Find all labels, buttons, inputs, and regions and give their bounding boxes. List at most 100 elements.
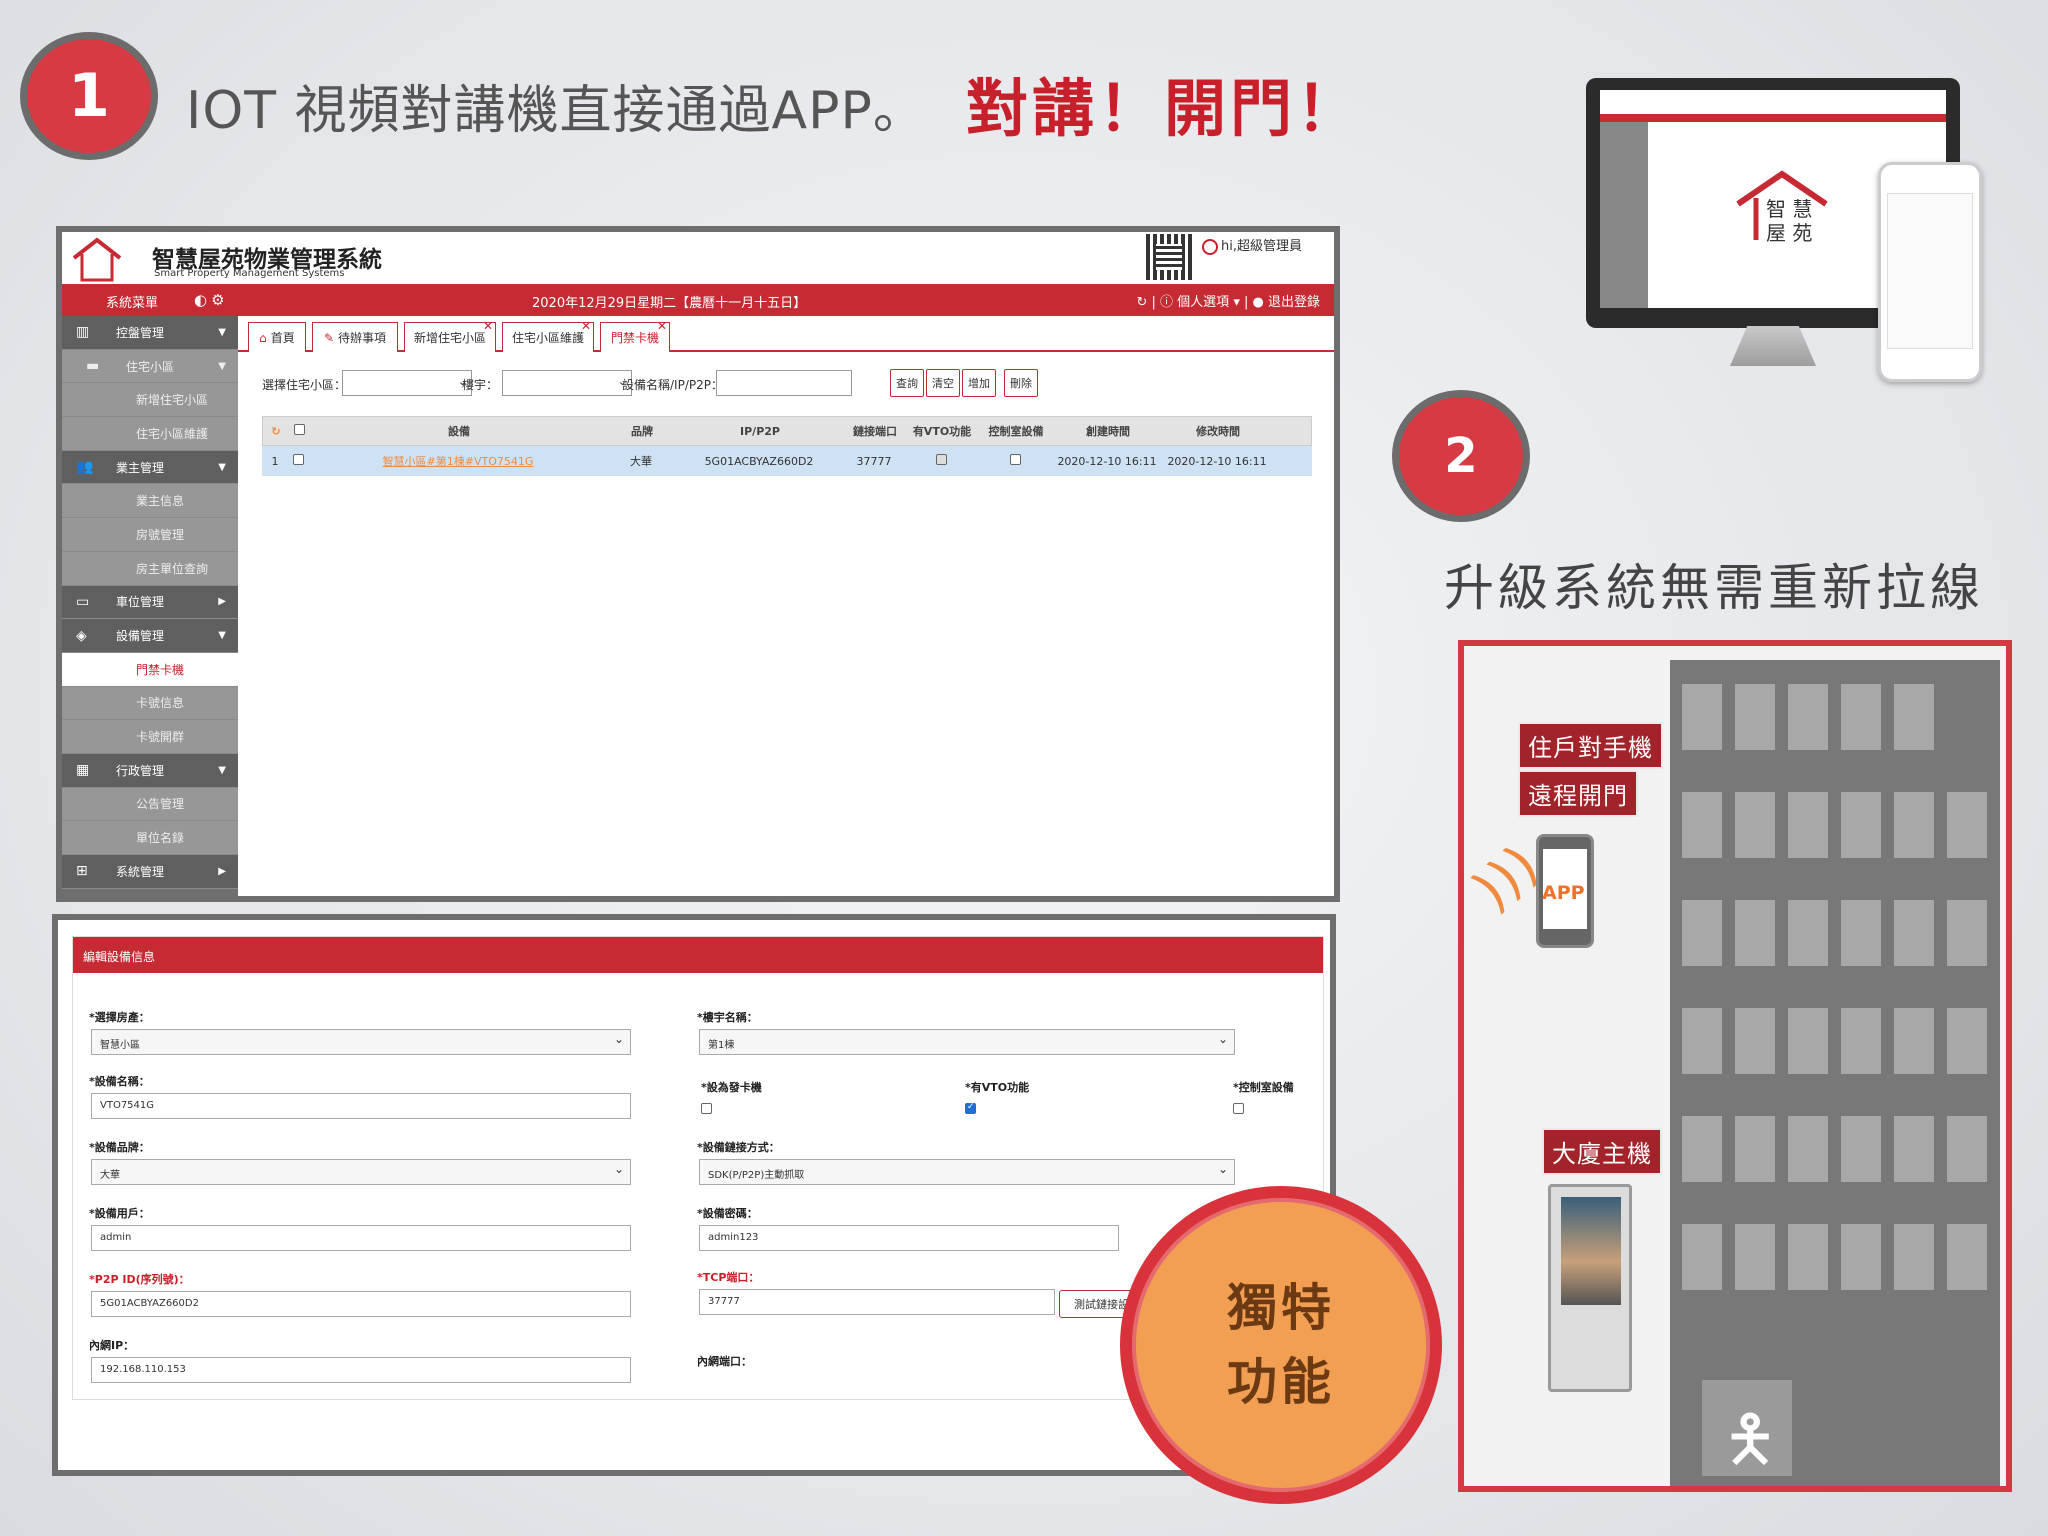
phone-screen	[1887, 193, 1973, 349]
sidebar-item[interactable]: ▦ 行政管理 ▼	[62, 753, 238, 788]
user-greeting[interactable]: hi,超級管理員	[1202, 235, 1302, 255]
sidebar-item-label: 房號管理	[136, 527, 185, 542]
sidebar-item-label: 住宅小區維護	[136, 426, 209, 441]
row-checkbox[interactable]	[288, 454, 308, 468]
logout-link[interactable]: 退出登錄	[1268, 295, 1320, 310]
building-window	[1682, 1224, 1722, 1290]
building-window	[1947, 900, 1987, 966]
lan-ip-input[interactable]: 192.168.110.153	[91, 1357, 631, 1383]
delete-button[interactable]: 刪除	[1004, 369, 1038, 397]
step-1-badge: 1	[20, 32, 158, 160]
device-name-input[interactable]: VTO7541G	[91, 1093, 631, 1119]
row-vto-checkbox[interactable]	[904, 454, 978, 468]
car-icon: ▭	[76, 593, 90, 610]
building-select[interactable]: 第1棟	[699, 1029, 1235, 1055]
tab-door-card[interactable]: 門禁卡機 ✕	[600, 319, 670, 352]
sidebar-item[interactable]: ⊞ 系統管理 ▶	[62, 855, 238, 889]
row-control-checkbox[interactable]	[978, 454, 1052, 468]
card-issuer-checkbox[interactable]	[701, 1103, 712, 1114]
connection-select[interactable]: SDK(P/P2P)主動抓取	[699, 1159, 1235, 1185]
building-select[interactable]: ⌄	[502, 370, 632, 396]
sidebar-item[interactable]: 住宅小區維護	[62, 417, 238, 451]
top-right-menu: ↻ | ⓘ 個人選項 ▾ | ● 退出登錄	[1136, 295, 1320, 310]
sidebar-item[interactable]: ▭ 車位管理 ▶	[62, 585, 238, 620]
sidebar-item[interactable]: 👥 業主管理 ▼	[62, 450, 238, 485]
sidebar-item[interactable]: ◈ 設備管理 ▼	[62, 619, 238, 653]
sidebar-item[interactable]: 新增住宅小區	[62, 383, 238, 418]
building-window	[1894, 900, 1934, 966]
col-modified: 修改時間	[1196, 425, 1240, 438]
tab-todo[interactable]: ✎ 待辦事項	[312, 322, 398, 352]
building-window	[1788, 1116, 1828, 1182]
sidebar-item[interactable]: ▥ 控盤管理 ▼	[62, 316, 238, 350]
resident-phone-label: 住戶對手機	[1518, 722, 1663, 769]
caret-icon: ▶	[218, 596, 226, 608]
device-search-input[interactable]	[716, 370, 852, 396]
building-illustration: 住戶對手機 遠程開門 ))) APP 大廈主機 🯅	[1458, 640, 2012, 1492]
query-button[interactable]: 查詢	[890, 369, 924, 397]
tab-estate-maint[interactable]: 住宅小區維護 ✕	[502, 319, 594, 352]
close-icon[interactable]: ✕	[581, 319, 591, 333]
collapse-settings-icons[interactable]: ◐⚙	[194, 291, 229, 309]
date-text: 2020年12月29日星期二【農曆十一月十五日】	[532, 296, 807, 311]
building-window	[1682, 684, 1722, 750]
tcp-port-label: *TCP端口：	[697, 1271, 760, 1284]
sidebar-item-label: 門禁卡機	[136, 662, 185, 677]
filter-bar: 選擇住宅小區： ⌄ 樓宇： ⌄ 設備名稱/IP/P2P： 查詢 清空 增加 刪除	[262, 368, 1334, 398]
sidebar-item-label: 新增住宅小區	[136, 393, 209, 408]
tab-estate-maint-label: 住宅小區維護	[511, 331, 584, 345]
close-icon[interactable]: ✕	[483, 319, 493, 333]
system-top-bar: 系統菜單 ◐⚙ 2020年12月29日星期二【農曆十一月十五日】 ↻ | ⓘ 個…	[62, 284, 1334, 316]
device-user-input[interactable]: admin	[91, 1225, 631, 1251]
sidebar-item[interactable]: 卡號信息	[62, 686, 238, 721]
caret-icon: ▼	[218, 360, 226, 372]
sidebar-item[interactable]: 房號管理	[62, 518, 238, 552]
refresh-icon[interactable]: ↻	[263, 425, 289, 438]
sidebar-item-label: 業主信息	[136, 494, 185, 509]
personal-options[interactable]: 個人選項	[1177, 295, 1229, 310]
estate-filter-label: 選擇住宅小區：	[262, 378, 347, 392]
brand-select[interactable]: 大華	[91, 1159, 631, 1185]
sidebar-item[interactable]: 卡號開群	[62, 720, 238, 754]
sidebar-item[interactable]: ▬ 住宅小區 ▼	[62, 349, 238, 384]
close-icon[interactable]: ✕	[657, 319, 667, 333]
clear-button[interactable]: 清空	[926, 369, 960, 397]
tab-add-estate-label: 新增住宅小區	[413, 331, 486, 345]
p2p-id-input[interactable]: 5G01ACBYAZ660D2	[91, 1291, 631, 1317]
building-window	[1788, 1008, 1828, 1074]
refresh-icon[interactable]: ↻	[1136, 295, 1147, 310]
row-modified: 2020-12-10 16:11	[1167, 454, 1267, 468]
home-icon: ⌂	[259, 330, 267, 345]
select-all-checkbox[interactable]	[289, 424, 309, 438]
building-window	[1841, 1008, 1881, 1074]
add-button[interactable]: 增加	[962, 369, 996, 397]
estate-select[interactable]: 智慧小區	[91, 1029, 631, 1055]
estate-select[interactable]: ⌄	[342, 370, 472, 396]
table-row[interactable]: 1 智慧小區#第1棟#VTO7541G 大華 5G01ACBYAZ660D2 3…	[262, 446, 1312, 476]
building-window	[1894, 1224, 1934, 1290]
sidebar-item[interactable]: 公告管理	[62, 787, 238, 822]
building-window	[1682, 1008, 1722, 1074]
vto-checkbox[interactable]	[965, 1102, 976, 1114]
tab-home[interactable]: ⌂ 首頁	[248, 322, 306, 352]
row-port: 37777	[856, 454, 892, 468]
menu-label: 系統菜單	[106, 296, 159, 311]
tab-add-estate[interactable]: 新增住宅小區 ✕	[404, 319, 496, 352]
col-vto: 有VTO功能	[912, 425, 972, 438]
users-icon: 👥	[76, 459, 94, 476]
sidebar-item[interactable]: 業主信息	[62, 484, 238, 519]
calendar-icon: ▦	[76, 762, 90, 779]
sidebar-item-label: 業主管理	[116, 460, 165, 475]
caret-icon: ▼	[218, 630, 226, 642]
system-header: 智慧屋苑物業管理系統 Smart Property Management Sys…	[62, 232, 1334, 284]
device-password-input[interactable]: admin123	[699, 1225, 1119, 1251]
device-link[interactable]: 智慧小區#第1棟#VTO7541G	[308, 453, 608, 469]
tcp-port-input[interactable]: 37777	[699, 1289, 1055, 1315]
sidebar-item[interactable]: 門禁卡機	[62, 652, 238, 687]
caret-icon: ▶	[218, 865, 226, 877]
building-window	[1947, 1008, 1987, 1074]
sidebar-item[interactable]: 單位名錄	[62, 821, 238, 855]
control-room-checkbox[interactable]	[1233, 1103, 1244, 1114]
sidebar-item[interactable]: 房主單位查詢	[62, 551, 238, 586]
system-subtitle: Smart Property Management Systems	[154, 268, 345, 279]
